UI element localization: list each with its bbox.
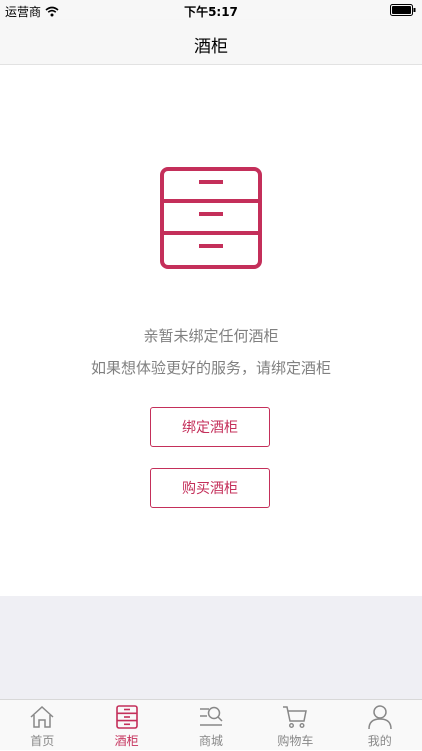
tab-bar: 首页 酒柜 商城 购物车 我的 (0, 699, 422, 750)
tab-profile[interactable]: 我的 (338, 700, 422, 751)
tab-mall[interactable]: 商城 (169, 700, 253, 751)
home-icon (30, 705, 54, 728)
cabinet-icon (115, 705, 138, 729)
empty-message: 亲暂未绑定任何酒柜 (143, 327, 279, 345)
tab-cart[interactable]: 购物车 (253, 700, 337, 751)
tab-label: 酒柜 (114, 734, 139, 748)
tab-label: 商城 (198, 734, 223, 748)
status-time: 下午5:17 (184, 5, 238, 19)
cabinet-illustration-icon (160, 167, 262, 269)
user-icon (368, 705, 392, 730)
empty-hint: 如果想体验更好的服务，请绑定酒柜 (90, 359, 331, 377)
page-title: 酒柜 (194, 37, 228, 57)
tab-label: 我的 (367, 734, 392, 748)
tab-label: 首页 (30, 734, 55, 748)
bind-cabinet-button[interactable]: 绑定酒柜 (150, 407, 270, 447)
status-bar: 运营商 下午5:17 (0, 0, 422, 20)
mall-search-icon (199, 706, 223, 726)
navigation-bar: 酒柜 (0, 20, 422, 65)
tab-cabinet[interactable]: 酒柜 (84, 700, 168, 751)
buy-cabinet-button[interactable]: 购买酒柜 (150, 468, 270, 508)
tab-home[interactable]: 首页 (0, 700, 84, 751)
battery-icon (390, 4, 416, 16)
footer-background (0, 596, 422, 699)
tab-label: 购物车 (277, 734, 314, 748)
cart-icon (283, 706, 308, 729)
main-content: 亲暂未绑定任何酒柜 如果想体验更好的服务，请绑定酒柜 绑定酒柜 购买酒柜 (0, 65, 422, 596)
